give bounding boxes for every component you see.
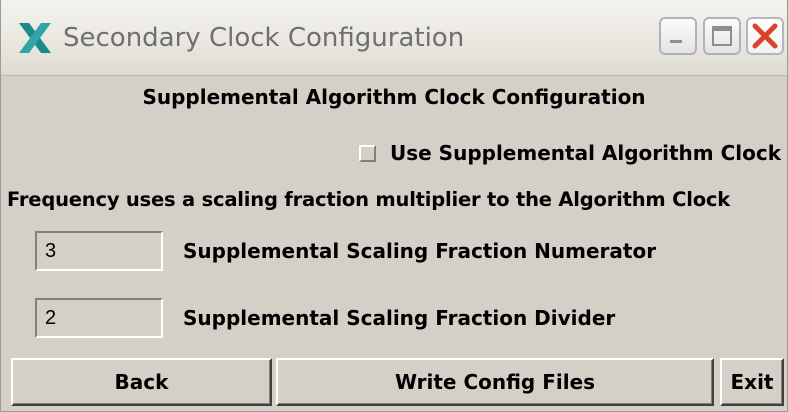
numerator-label: Supplemental Scaling Fraction Numerator — [183, 239, 657, 263]
divider-input[interactable] — [35, 298, 163, 338]
use-supplemental-clock-label: Use Supplemental Algorithm Clock — [390, 141, 782, 165]
divider-label: Supplemental Scaling Fraction Divider — [183, 306, 616, 330]
minimize-button[interactable] — [659, 17, 697, 55]
secondary-clock-window: Secondary Clock Configuration Supplement… — [0, 0, 788, 412]
x-logo-icon — [15, 18, 55, 58]
exit-button[interactable]: Exit — [720, 358, 784, 406]
use-supplemental-clock-checkbox[interactable] — [359, 145, 376, 162]
maximize-button[interactable] — [703, 17, 741, 55]
frequency-description: Frequency uses a scaling fraction multip… — [7, 188, 731, 211]
minimize-icon — [670, 40, 682, 43]
title-bar[interactable]: Secondary Clock Configuration — [1, 0, 787, 76]
numerator-input[interactable] — [35, 231, 163, 271]
write-config-files-button[interactable]: Write Config Files — [276, 358, 714, 406]
page-heading: Supplemental Algorithm Clock Configurati… — [142, 85, 646, 109]
back-button[interactable]: Back — [11, 358, 272, 406]
close-button[interactable] — [746, 17, 784, 55]
window-title: Secondary Clock Configuration — [63, 23, 465, 53]
maximize-icon — [712, 26, 732, 46]
close-icon — [752, 23, 778, 49]
